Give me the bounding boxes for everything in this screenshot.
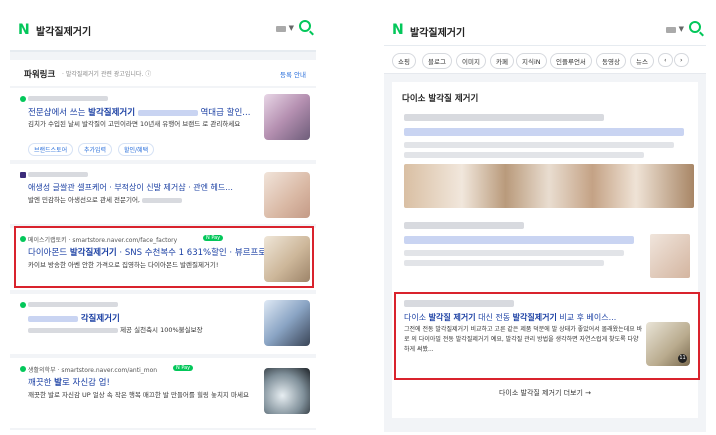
- ad-title[interactable]: 애생성 글쌀관 셀프케어 · 부적상이 신발 제거샵 · 관엔 헤드...: [28, 182, 233, 193]
- ad-thumbnail[interactable]: [264, 368, 310, 414]
- chevron-down-icon[interactable]: ▼: [289, 24, 294, 32]
- tab-kin[interactable]: 지식iN: [516, 53, 547, 69]
- more-results-link[interactable]: 다이소 발각질 제거기 더보기 →: [392, 388, 698, 398]
- ad-title[interactable]: 각질제거기: [28, 312, 120, 324]
- tab-image[interactable]: 이미지: [456, 53, 486, 69]
- site-favicon: [20, 366, 26, 372]
- search-query[interactable]: 발각질제거기: [410, 24, 465, 39]
- powerlink-subtitle: · 발각질제거기 관련 광고입니다. ⓘ: [62, 71, 152, 78]
- tab-cafe[interactable]: 카페: [490, 53, 514, 69]
- ad-description: 깨끗한 발로 자신감 UP 얼상 속 작은 행복 매끄한 발 만들어를 힐링 놓…: [28, 391, 249, 399]
- left-search-panel: N 발각질제거기 ▼ 파워링크 · 발각질제거기 관련 광고입니다. ⓘ 등록 …: [10, 6, 316, 430]
- powerlink-header: 파워링크 · 발각질제거기 관련 광고입니다. ⓘ 등록 안내: [10, 60, 316, 86]
- ad-site: [28, 301, 118, 308]
- search-tabs: 쇼핑 블로그 이미지 카페 지식iN 인플루언서 동영상 뉴스 ‹ ›: [384, 46, 706, 74]
- tab-shopping[interactable]: 쇼핑: [392, 53, 416, 69]
- keyboard-icon[interactable]: [276, 26, 286, 32]
- search-icon[interactable]: [689, 21, 701, 33]
- site-favicon: [20, 96, 26, 102]
- ad-site: [28, 171, 88, 178]
- right-search-panel: N 발각질제거기 ▼ 쇼핑 블로그 이미지 카페 지식iN 인플루언서 동영상 …: [384, 12, 706, 432]
- site-favicon: [20, 172, 26, 178]
- search-header: N 발각질제거기 ▼: [10, 6, 316, 52]
- ad-title[interactable]: 깨끗한 발로 자신감 업!: [28, 376, 110, 388]
- register-link[interactable]: 등록 안내: [280, 69, 306, 79]
- ad-description: 발엔 민감하는 아생선으로 관세 전문기어,: [28, 195, 256, 205]
- search-header: N 발각질제거기 ▼: [384, 12, 706, 46]
- site-favicon: [20, 302, 26, 308]
- search-icon[interactable]: [299, 20, 311, 32]
- highlight-box: [394, 292, 700, 380]
- ad-site: 생활의학부 · smartstore.naver.com/anti_mon: [28, 367, 158, 374]
- ad-item-4[interactable]: 각질제거기 제공 실천축시 100%불실보장: [10, 294, 316, 354]
- ad-item-1[interactable]: 전문샵에서 쓰는 발각질제거기 역대급 할인... 김치가 수입된 날씨 발각질…: [10, 88, 316, 160]
- section-title: 다이소 발각질 제거기: [402, 94, 479, 104]
- tab-blog[interactable]: 블로그: [422, 53, 452, 69]
- ad-thumbnail[interactable]: [264, 172, 310, 218]
- ad-description: 제공 실천축시 100%불실보장: [28, 325, 256, 335]
- tabs-prev-icon[interactable]: ‹: [658, 53, 673, 67]
- naver-logo[interactable]: N: [392, 22, 404, 38]
- ad-item-2[interactable]: 애생성 글쌀관 셀프케어 · 부적상이 신발 제거샵 · 관엔 헤드... 발엔…: [10, 164, 316, 224]
- powerlink-title: 파워링크: [24, 70, 56, 80]
- ad-thumbnail[interactable]: [264, 300, 310, 346]
- search-query[interactable]: 발각질제거기: [36, 23, 91, 38]
- tab-influencer[interactable]: 인플루언서: [550, 53, 592, 69]
- tab-video[interactable]: 동영상: [596, 53, 626, 69]
- ad-thumbnail[interactable]: [264, 94, 310, 140]
- ad-chip-3[interactable]: 할인/혜택: [118, 143, 155, 156]
- tabs-next-icon[interactable]: ›: [674, 53, 689, 67]
- ad-site: [28, 95, 108, 102]
- npay-badge: N Pay: [173, 365, 194, 371]
- highlight-box: [14, 226, 314, 288]
- tab-news[interactable]: 뉴스: [630, 53, 654, 69]
- ad-chip-2[interactable]: 추가입력: [78, 143, 113, 156]
- ad-description: 김치가 수입된 날씨 발각질이 고민이라면 10년새 유행어 브랜드 로 관리하…: [28, 120, 241, 128]
- chevron-down-icon[interactable]: ▼: [679, 25, 684, 33]
- ad-item-5[interactable]: 생활의학부 · smartstore.naver.com/anti_mon N …: [10, 358, 316, 428]
- ad-chip-1[interactable]: 브랜드스토어: [28, 143, 74, 156]
- naver-logo[interactable]: N: [18, 22, 30, 38]
- ad-title[interactable]: 전문샵에서 쓰는 발각질제거기 역대급 할인...: [28, 106, 250, 118]
- keyboard-icon[interactable]: [666, 27, 676, 33]
